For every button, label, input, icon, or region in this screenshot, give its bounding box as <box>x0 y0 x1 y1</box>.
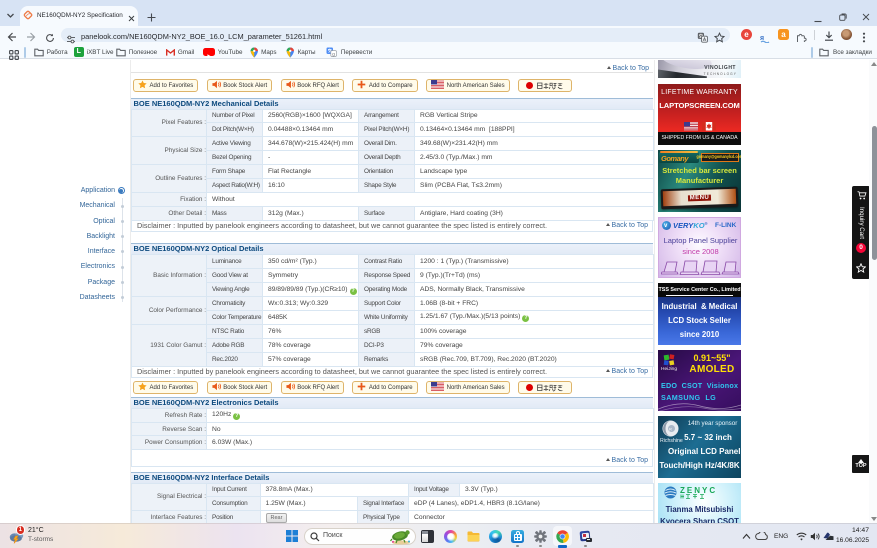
svg-text:R: R <box>669 427 672 432</box>
